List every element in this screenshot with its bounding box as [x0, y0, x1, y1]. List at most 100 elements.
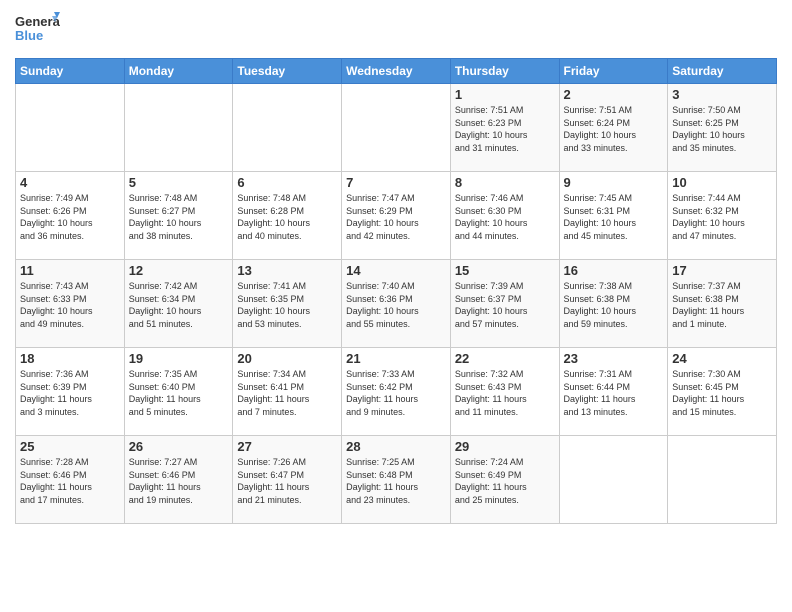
- day-number: 26: [129, 439, 229, 454]
- day-info: Sunrise: 7:41 AM Sunset: 6:35 PM Dayligh…: [237, 280, 337, 330]
- calendar-cell: [16, 84, 125, 172]
- day-number: 27: [237, 439, 337, 454]
- day-info: Sunrise: 7:44 AM Sunset: 6:32 PM Dayligh…: [672, 192, 772, 242]
- calendar-cell: 27 Sunrise: 7:26 AM Sunset: 6:47 PM Dayli…: [233, 436, 342, 524]
- header: General Blue: [15, 10, 777, 50]
- weekday-header-tuesday: Tuesday: [233, 59, 342, 84]
- day-info: Sunrise: 7:50 AM Sunset: 6:25 PM Dayligh…: [672, 104, 772, 154]
- calendar-cell: 18 Sunrise: 7:36 AM Sunset: 6:39 PM Dayli…: [16, 348, 125, 436]
- day-info: Sunrise: 7:24 AM Sunset: 6:49 PM Dayligh…: [455, 456, 555, 506]
- calendar-cell: 28 Sunrise: 7:25 AM Sunset: 6:48 PM Dayli…: [342, 436, 451, 524]
- calendar-cell: 1Sunrise: 7:51 AM Sunset: 6:23 PM Daylig…: [450, 84, 559, 172]
- svg-text:Blue: Blue: [15, 28, 43, 43]
- calendar-cell: 8 Sunrise: 7:46 AM Sunset: 6:30 PM Daylig…: [450, 172, 559, 260]
- weekday-header-sunday: Sunday: [16, 59, 125, 84]
- calendar-cell: 14 Sunrise: 7:40 AM Sunset: 6:36 PM Dayli…: [342, 260, 451, 348]
- day-info: Sunrise: 7:48 AM Sunset: 6:27 PM Dayligh…: [129, 192, 229, 242]
- day-number: 4: [20, 175, 120, 190]
- day-number: 29: [455, 439, 555, 454]
- day-info: Sunrise: 7:28 AM Sunset: 6:46 PM Dayligh…: [20, 456, 120, 506]
- weekday-header-thursday: Thursday: [450, 59, 559, 84]
- calendar-cell: 23 Sunrise: 7:31 AM Sunset: 6:44 PM Dayli…: [559, 348, 668, 436]
- day-info: Sunrise: 7:26 AM Sunset: 6:47 PM Dayligh…: [237, 456, 337, 506]
- day-number: 12: [129, 263, 229, 278]
- day-number: 16: [564, 263, 664, 278]
- calendar-cell: 26 Sunrise: 7:27 AM Sunset: 6:46 PM Dayli…: [124, 436, 233, 524]
- calendar-cell: 10 Sunrise: 7:44 AM Sunset: 6:32 PM Dayli…: [668, 172, 777, 260]
- day-info: Sunrise: 7:40 AM Sunset: 6:36 PM Dayligh…: [346, 280, 446, 330]
- calendar-container: General Blue SundayMondayTuesdayWednesda…: [0, 0, 792, 534]
- calendar-cell: 4Sunrise: 7:49 AM Sunset: 6:26 PM Daylig…: [16, 172, 125, 260]
- calendar-cell: [233, 84, 342, 172]
- day-number: 15: [455, 263, 555, 278]
- calendar-cell: 6 Sunrise: 7:48 AM Sunset: 6:28 PM Daylig…: [233, 172, 342, 260]
- day-info: Sunrise: 7:43 AM Sunset: 6:33 PM Dayligh…: [20, 280, 120, 330]
- calendar-cell: 3 Sunrise: 7:50 AM Sunset: 6:25 PM Daylig…: [668, 84, 777, 172]
- calendar-cell: 2Sunrise: 7:51 AM Sunset: 6:24 PM Daylig…: [559, 84, 668, 172]
- day-number: 14: [346, 263, 446, 278]
- calendar-cell: [668, 436, 777, 524]
- weekday-header-wednesday: Wednesday: [342, 59, 451, 84]
- day-number: 3: [672, 87, 772, 102]
- calendar-week-2: 4Sunrise: 7:49 AM Sunset: 6:26 PM Daylig…: [16, 172, 777, 260]
- day-info: Sunrise: 7:51 AM Sunset: 6:24 PM Dayligh…: [564, 104, 664, 154]
- calendar-cell: 21 Sunrise: 7:33 AM Sunset: 6:42 PM Dayli…: [342, 348, 451, 436]
- day-number: 1: [455, 87, 555, 102]
- day-info: Sunrise: 7:48 AM Sunset: 6:28 PM Dayligh…: [237, 192, 337, 242]
- calendar-cell: 25 Sunrise: 7:28 AM Sunset: 6:46 PM Dayli…: [16, 436, 125, 524]
- calendar-cell: 17 Sunrise: 7:37 AM Sunset: 6:38 PM Dayli…: [668, 260, 777, 348]
- day-number: 24: [672, 351, 772, 366]
- calendar-table: SundayMondayTuesdayWednesdayThursdayFrid…: [15, 58, 777, 524]
- calendar-cell: [124, 84, 233, 172]
- calendar-week-1: 1Sunrise: 7:51 AM Sunset: 6:23 PM Daylig…: [16, 84, 777, 172]
- day-number: 6: [237, 175, 337, 190]
- calendar-cell: 20Sunrise: 7:34 AM Sunset: 6:41 PM Dayli…: [233, 348, 342, 436]
- day-number: 17: [672, 263, 772, 278]
- day-number: 10: [672, 175, 772, 190]
- day-info: Sunrise: 7:37 AM Sunset: 6:38 PM Dayligh…: [672, 280, 772, 330]
- day-number: 5: [129, 175, 229, 190]
- calendar-cell: [559, 436, 668, 524]
- calendar-cell: 11 Sunrise: 7:43 AM Sunset: 6:33 PM Dayli…: [16, 260, 125, 348]
- day-number: 28: [346, 439, 446, 454]
- day-info: Sunrise: 7:31 AM Sunset: 6:44 PM Dayligh…: [564, 368, 664, 418]
- weekday-header-row: SundayMondayTuesdayWednesdayThursdayFrid…: [16, 59, 777, 84]
- day-info: Sunrise: 7:35 AM Sunset: 6:40 PM Dayligh…: [129, 368, 229, 418]
- day-info: Sunrise: 7:38 AM Sunset: 6:38 PM Dayligh…: [564, 280, 664, 330]
- day-number: 11: [20, 263, 120, 278]
- day-info: Sunrise: 7:45 AM Sunset: 6:31 PM Dayligh…: [564, 192, 664, 242]
- day-number: 23: [564, 351, 664, 366]
- day-number: 21: [346, 351, 446, 366]
- day-number: 8: [455, 175, 555, 190]
- calendar-cell: 24 Sunrise: 7:30 AM Sunset: 6:45 PM Dayli…: [668, 348, 777, 436]
- day-info: Sunrise: 7:36 AM Sunset: 6:39 PM Dayligh…: [20, 368, 120, 418]
- calendar-week-4: 18 Sunrise: 7:36 AM Sunset: 6:39 PM Dayli…: [16, 348, 777, 436]
- calendar-week-5: 25 Sunrise: 7:28 AM Sunset: 6:46 PM Dayli…: [16, 436, 777, 524]
- day-info: Sunrise: 7:34 AM Sunset: 6:41 PM Dayligh…: [237, 368, 337, 418]
- day-number: 25: [20, 439, 120, 454]
- calendar-cell: 15 Sunrise: 7:39 AM Sunset: 6:37 PM Dayli…: [450, 260, 559, 348]
- day-info: Sunrise: 7:25 AM Sunset: 6:48 PM Dayligh…: [346, 456, 446, 506]
- calendar-week-3: 11 Sunrise: 7:43 AM Sunset: 6:33 PM Dayli…: [16, 260, 777, 348]
- calendar-cell: 5 Sunrise: 7:48 AM Sunset: 6:27 PM Daylig…: [124, 172, 233, 260]
- day-info: Sunrise: 7:27 AM Sunset: 6:46 PM Dayligh…: [129, 456, 229, 506]
- day-number: 22: [455, 351, 555, 366]
- day-info: Sunrise: 7:46 AM Sunset: 6:30 PM Dayligh…: [455, 192, 555, 242]
- calendar-cell: 29 Sunrise: 7:24 AM Sunset: 6:49 PM Dayli…: [450, 436, 559, 524]
- day-number: 18: [20, 351, 120, 366]
- day-info: Sunrise: 7:33 AM Sunset: 6:42 PM Dayligh…: [346, 368, 446, 418]
- day-info: Sunrise: 7:39 AM Sunset: 6:37 PM Dayligh…: [455, 280, 555, 330]
- logo: General Blue: [15, 10, 60, 50]
- calendar-cell: 19 Sunrise: 7:35 AM Sunset: 6:40 PM Dayli…: [124, 348, 233, 436]
- day-info: Sunrise: 7:30 AM Sunset: 6:45 PM Dayligh…: [672, 368, 772, 418]
- calendar-cell: 22 Sunrise: 7:32 AM Sunset: 6:43 PM Dayli…: [450, 348, 559, 436]
- logo-svg: General Blue: [15, 10, 60, 50]
- day-number: 13: [237, 263, 337, 278]
- day-number: 19: [129, 351, 229, 366]
- calendar-cell: [342, 84, 451, 172]
- day-info: Sunrise: 7:32 AM Sunset: 6:43 PM Dayligh…: [455, 368, 555, 418]
- calendar-cell: 9Sunrise: 7:45 AM Sunset: 6:31 PM Daylig…: [559, 172, 668, 260]
- calendar-cell: 13 Sunrise: 7:41 AM Sunset: 6:35 PM Dayli…: [233, 260, 342, 348]
- calendar-cell: 7Sunrise: 7:47 AM Sunset: 6:29 PM Daylig…: [342, 172, 451, 260]
- day-number: 7: [346, 175, 446, 190]
